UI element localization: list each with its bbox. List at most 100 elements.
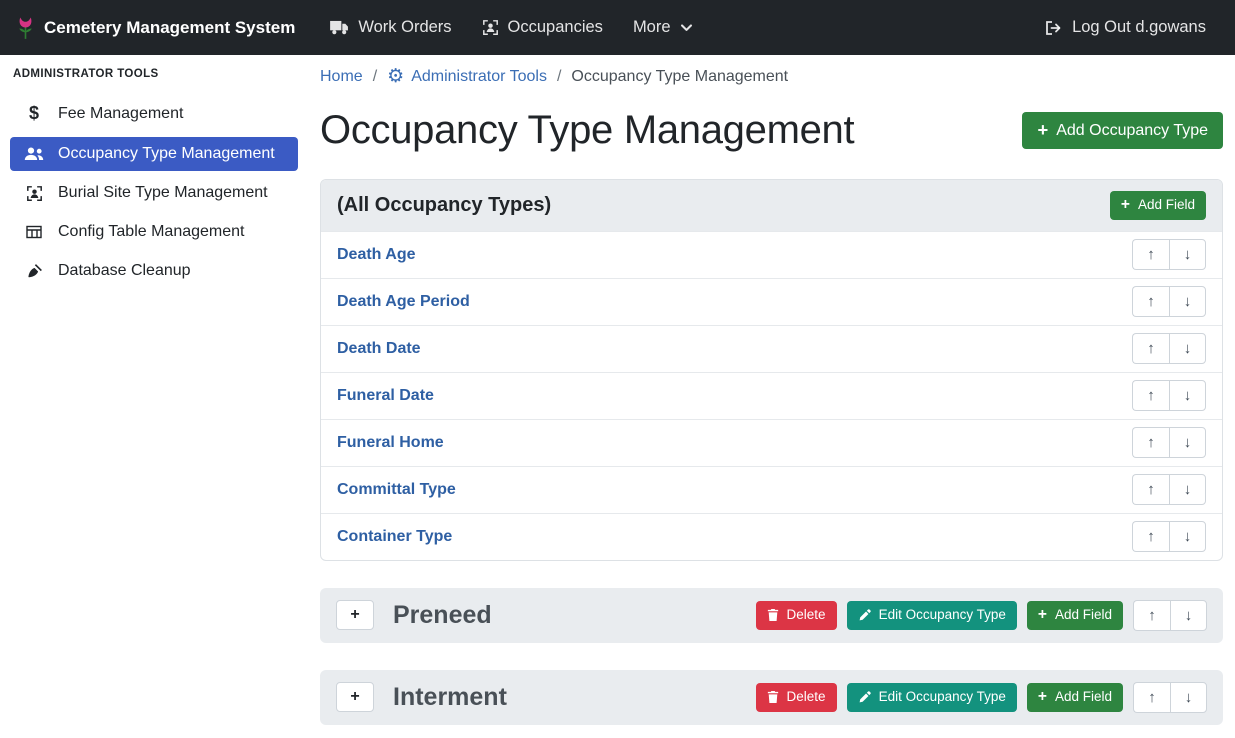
logout-link[interactable]: Log Out d.gowans: [1032, 10, 1219, 45]
move-down-button[interactable]: ↓: [1169, 239, 1206, 270]
brand[interactable]: Cemetery Management System: [16, 15, 295, 40]
move-down-button[interactable]: ↓: [1169, 380, 1206, 411]
sidebar-item-label: Occupancy Type Management: [58, 145, 275, 163]
arrow-down-icon: ↓: [1184, 481, 1192, 498]
edit-occupancy-type-label: Edit Occupancy Type: [879, 690, 1006, 705]
edit-occupancy-type-button[interactable]: Edit Occupancy Type: [847, 683, 1017, 712]
sidebar-item-occupancy-type-management[interactable]: Occupancy Type Management: [10, 137, 298, 171]
reorder-group: ↑ ↓: [1133, 682, 1207, 713]
expand-button[interactable]: +: [336, 600, 374, 630]
arrow-up-icon: ↑: [1147, 528, 1155, 545]
edit-occupancy-type-button[interactable]: Edit Occupancy Type: [847, 601, 1017, 630]
add-field-button[interactable]: + Add Field: [1027, 683, 1123, 712]
person-bounding-box-icon: [482, 19, 499, 36]
table-icon: [23, 224, 45, 240]
nav-work-orders[interactable]: Work Orders: [317, 10, 464, 45]
delete-button[interactable]: Delete: [756, 683, 837, 712]
pencil-icon: [858, 691, 871, 704]
expand-button[interactable]: +: [336, 682, 374, 712]
sidebar-item-burial-site-type-management[interactable]: Burial Site Type Management: [10, 176, 298, 210]
delete-label: Delete: [787, 608, 826, 623]
field-link[interactable]: Death Date: [337, 340, 421, 358]
delete-label: Delete: [787, 690, 826, 705]
sidebar-item-label: Fee Management: [58, 105, 183, 123]
field-row: Funeral Date ↑ ↓: [321, 372, 1222, 419]
page-title: Occupancy Type Management: [320, 108, 854, 153]
field-link[interactable]: Committal Type: [337, 481, 456, 499]
section-title: Preneed: [393, 601, 492, 630]
dollar-icon: $: [23, 103, 45, 124]
person-bounding-box-icon: [23, 185, 45, 202]
sidebar-item-fee-management[interactable]: $ Fee Management: [10, 95, 298, 132]
move-up-button[interactable]: ↑: [1133, 682, 1170, 713]
edit-occupancy-type-label: Edit Occupancy Type: [879, 608, 1006, 623]
breadcrumb-home-link[interactable]: Home: [320, 68, 363, 86]
occupancy-type-section-interment: + Interment Delete: [320, 670, 1223, 725]
arrow-down-icon: ↓: [1184, 340, 1192, 357]
move-down-button[interactable]: ↓: [1169, 521, 1206, 552]
occupancy-type-section-preneed: + Preneed Delete: [320, 588, 1223, 643]
move-down-button[interactable]: ↓: [1170, 600, 1207, 631]
move-up-button[interactable]: ↑: [1132, 427, 1169, 458]
move-up-button[interactable]: ↑: [1132, 521, 1169, 552]
add-field-label: Add Field: [1055, 690, 1112, 705]
field-link[interactable]: Funeral Date: [337, 387, 434, 405]
arrow-down-icon: ↓: [1184, 528, 1192, 545]
arrow-up-icon: ↑: [1147, 387, 1155, 404]
move-up-button[interactable]: ↑: [1132, 286, 1169, 317]
plus-icon: +: [1038, 608, 1047, 622]
field-link[interactable]: Container Type: [337, 528, 452, 546]
chevron-down-icon: [680, 21, 693, 34]
move-down-button[interactable]: ↓: [1169, 286, 1206, 317]
move-up-button[interactable]: ↑: [1132, 380, 1169, 411]
plus-icon: +: [350, 688, 359, 706]
delete-button[interactable]: Delete: [756, 601, 837, 630]
pencil-icon: [858, 609, 871, 622]
nav-occupancies-label: Occupancies: [508, 18, 603, 37]
arrow-up-icon: ↑: [1148, 689, 1156, 706]
sidebar-item-config-table-management[interactable]: Config Table Management: [10, 215, 298, 249]
move-up-button[interactable]: ↑: [1132, 333, 1169, 364]
all-occupancy-types-card: (All Occupancy Types) + Add Field Death …: [320, 179, 1223, 561]
move-down-button[interactable]: ↓: [1170, 682, 1207, 713]
move-down-button[interactable]: ↓: [1169, 427, 1206, 458]
move-down-button[interactable]: ↓: [1169, 474, 1206, 505]
arrow-up-icon: ↑: [1147, 434, 1155, 451]
users-icon: [23, 147, 45, 161]
reorder-group: ↑ ↓: [1132, 427, 1206, 458]
nav-more[interactable]: More: [620, 10, 706, 45]
sidebar-item-database-cleanup[interactable]: Database Cleanup: [10, 254, 298, 288]
arrow-up-icon: ↑: [1147, 293, 1155, 310]
all-occupancy-types-title: (All Occupancy Types): [337, 194, 551, 217]
main-content: Home / ⚙ Administrator Tools / Occupancy…: [308, 55, 1235, 738]
breadcrumb-admin-tools-label: Administrator Tools: [411, 68, 547, 86]
reorder-group: ↑ ↓: [1132, 474, 1206, 505]
field-link[interactable]: Funeral Home: [337, 434, 444, 452]
trash-icon: [767, 608, 779, 622]
sidebar-list: $ Fee Management Occupancy Type Manageme…: [0, 95, 308, 288]
reorder-group: ↑ ↓: [1132, 380, 1206, 411]
add-field-label: Add Field: [1138, 198, 1195, 213]
reorder-group: ↑ ↓: [1133, 600, 1207, 631]
move-up-button[interactable]: ↑: [1132, 239, 1169, 270]
breadcrumb-separator: /: [373, 68, 377, 86]
top-navbar: Cemetery Management System Work Orders: [0, 0, 1235, 55]
sidebar-item-label: Config Table Management: [58, 223, 245, 241]
nav-occupancies[interactable]: Occupancies: [469, 10, 616, 45]
breadcrumb-admin-tools-link[interactable]: ⚙ Administrator Tools: [387, 67, 547, 86]
arrow-up-icon: ↑: [1147, 481, 1155, 498]
add-field-button[interactable]: + Add Field: [1027, 601, 1123, 630]
arrow-up-icon: ↑: [1147, 246, 1155, 263]
move-down-button[interactable]: ↓: [1169, 333, 1206, 364]
field-row: Death Date ↑ ↓: [321, 325, 1222, 372]
section-actions: Delete Edit Occupancy Type + Add Field ↑: [756, 682, 1207, 713]
add-field-button[interactable]: + Add Field: [1110, 191, 1206, 220]
sidebar-item-label: Database Cleanup: [58, 262, 191, 280]
field-link[interactable]: Death Age: [337, 246, 416, 264]
move-up-button[interactable]: ↑: [1133, 600, 1170, 631]
field-link[interactable]: Death Age Period: [337, 293, 470, 311]
move-up-button[interactable]: ↑: [1132, 474, 1169, 505]
arrow-down-icon: ↓: [1185, 607, 1193, 624]
add-occupancy-type-button[interactable]: + Add Occupancy Type: [1022, 112, 1223, 150]
nav-links: Work Orders Occupancies More: [317, 10, 705, 45]
